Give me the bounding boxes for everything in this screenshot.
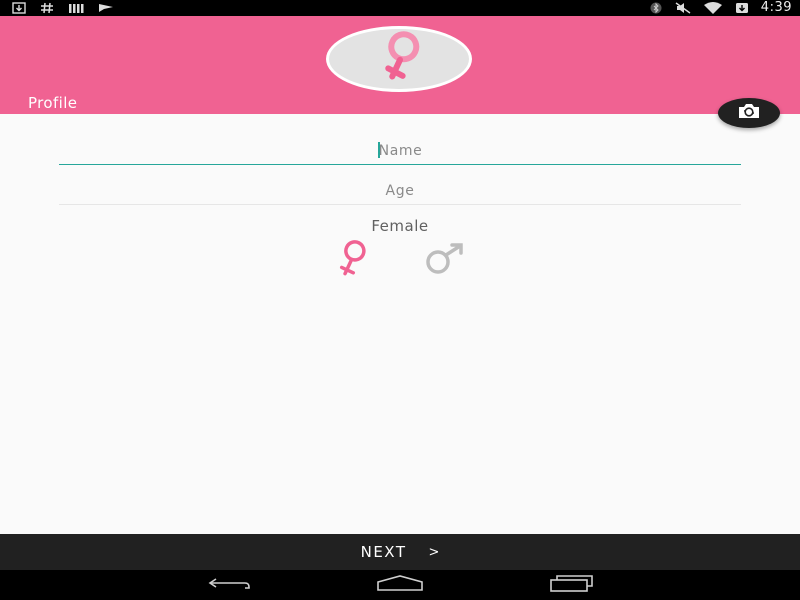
home-icon — [375, 574, 425, 596]
recents-button[interactable] — [546, 574, 596, 596]
recents-icon — [547, 574, 595, 596]
avatar[interactable] — [326, 26, 472, 92]
gender-label: Female — [371, 217, 429, 235]
wifi-icon — [703, 0, 723, 18]
camera-switch-icon — [736, 102, 762, 124]
page-title: Profile — [28, 94, 78, 112]
status-right-icons: 4:39 — [649, 0, 792, 16]
app-screen: 4:39 Profile Name Age Female NEXT > — [0, 0, 800, 600]
female-symbol-icon — [359, 31, 439, 87]
home-button[interactable] — [375, 574, 425, 596]
text-cursor — [377, 141, 380, 158]
flag-icon — [98, 0, 114, 18]
status-time: 4:39 — [760, 0, 792, 15]
next-arrow-icon: > — [428, 544, 440, 560]
name-input[interactable]: Name — [59, 140, 741, 165]
system-nav-bar — [0, 570, 800, 600]
signal-bars-icon — [68, 0, 84, 18]
gender-male-option[interactable] — [414, 240, 474, 280]
bluetooth-icon — [649, 0, 663, 18]
male-symbol-icon — [415, 240, 473, 280]
name-placeholder: Name — [378, 143, 423, 159]
status-bar: 4:39 — [0, 0, 800, 16]
age-placeholder: Age — [385, 183, 415, 199]
next-label: NEXT — [360, 543, 407, 561]
battery-icon — [735, 0, 749, 18]
back-button[interactable] — [204, 574, 254, 596]
status-left-icons — [12, 0, 114, 16]
change-photo-button[interactable] — [718, 98, 780, 128]
next-button[interactable]: NEXT > — [0, 534, 800, 570]
back-icon — [205, 574, 253, 596]
mute-icon — [675, 0, 691, 18]
download-icon — [12, 0, 26, 18]
female-symbol-icon — [321, 240, 379, 280]
gender-female-option[interactable] — [320, 240, 380, 280]
profile-header: Profile — [0, 16, 800, 114]
hash-icon — [40, 0, 54, 18]
age-input[interactable]: Age — [59, 180, 741, 205]
